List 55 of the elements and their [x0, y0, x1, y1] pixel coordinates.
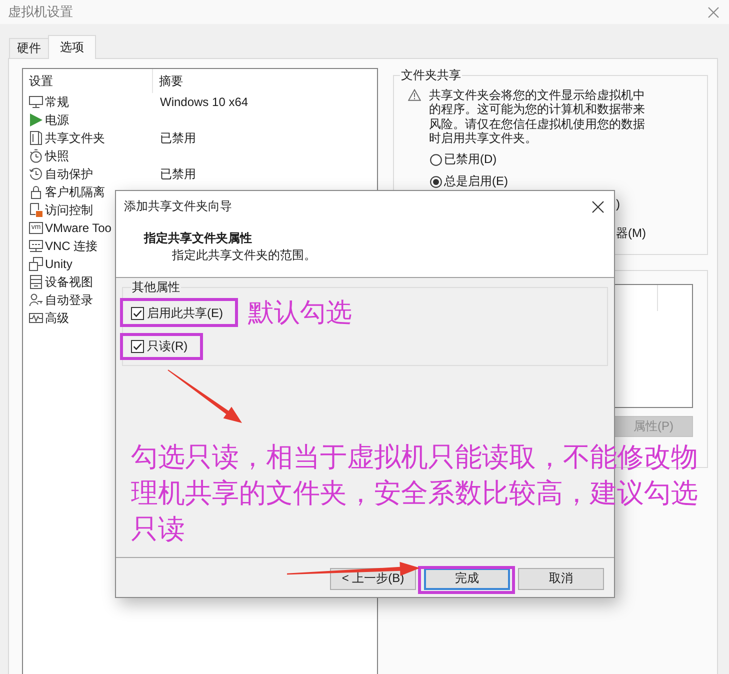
setting-name[interactable]: Unity: [45, 257, 72, 271]
setting-name[interactable]: VNC 连接: [45, 238, 98, 254]
setting-summary: 已禁用: [160, 166, 196, 182]
option-label[interactable]: 器(M): [616, 225, 646, 242]
setting-name[interactable]: 设备视图: [45, 274, 93, 290]
setting-name[interactable]: 共享文件夹: [45, 130, 105, 146]
setting-name[interactable]: 高级: [45, 310, 69, 326]
option-label[interactable]: ): [616, 196, 620, 211]
radio-icon[interactable]: [430, 154, 442, 166]
tab[interactable]: 硬件: [9, 38, 49, 58]
checkbox-icon[interactable]: [131, 340, 144, 352]
folder-list[interactable]: [613, 284, 693, 408]
clock-icon: [29, 167, 43, 181]
setting-name[interactable]: 自动保护: [45, 166, 93, 182]
checkbox[interactable]: 启用此共享(E): [131, 303, 223, 323]
warning-text: 共享文件夹会将您的文件显示给虚拟机中的程序。这可能为您的计算机和数据带来风险。请仅在您信任虚拟机使用您的数据时启用共享文件夹。: [429, 88, 646, 146]
dialog-title: 添加共享文件夹向导: [124, 198, 232, 215]
setting-name[interactable]: 客户机隔离: [45, 184, 105, 200]
monitor-icon: [29, 95, 43, 109]
setting-name[interactable]: 常规: [45, 94, 69, 110]
setting-name[interactable]: 快照: [45, 148, 69, 164]
group-title: 文件夹共享: [400, 68, 462, 82]
pulse-icon: [29, 311, 43, 325]
warning-icon: [408, 89, 421, 101]
stopwatch-icon: [29, 149, 43, 163]
window-title: 虚拟机设置: [8, 3, 73, 21]
column-header[interactable]: 设置: [23, 69, 153, 93]
grid-panel-icon: [29, 275, 43, 289]
book-icon: [29, 131, 43, 145]
dialog-subheading: 指定此共享文件夹的范围。: [171, 247, 317, 263]
close-icon[interactable]: [592, 200, 604, 212]
play-icon: [29, 113, 43, 127]
stacked-windows-icon: [29, 257, 43, 271]
document-icon: [29, 203, 43, 217]
setting-summary: Windows 10 x64: [160, 95, 248, 109]
annotation-text: 默认勾选: [248, 296, 352, 328]
checkbox-icon[interactable]: [131, 306, 144, 320]
group-title: 其他属性: [131, 280, 181, 294]
setting-name[interactable]: VMware Too: [45, 221, 112, 235]
setting-name[interactable]: 电源: [45, 112, 69, 128]
lock-icon: [29, 185, 43, 199]
dialog-heading: 指定共享文件夹属性: [144, 230, 253, 246]
display-icon: [29, 239, 43, 253]
dialog-button[interactable]: 完成: [424, 568, 510, 590]
dialog-button[interactable]: 取消: [518, 568, 604, 590]
setting-summary: 已禁用: [160, 130, 196, 146]
user-key-icon: [29, 293, 43, 307]
tab[interactable]: 选项: [48, 35, 96, 59]
setting-name[interactable]: 自动登录: [45, 292, 93, 308]
radio-option[interactable]: 已禁用(D): [408, 150, 697, 170]
checkbox[interactable]: 只读(R): [131, 336, 188, 356]
radio-icon[interactable]: [430, 176, 442, 188]
column-header[interactable]: 摘要: [153, 69, 183, 93]
radio-option[interactable]: 总是启用(E): [408, 172, 697, 192]
setting-name[interactable]: 访问控制: [45, 202, 93, 218]
